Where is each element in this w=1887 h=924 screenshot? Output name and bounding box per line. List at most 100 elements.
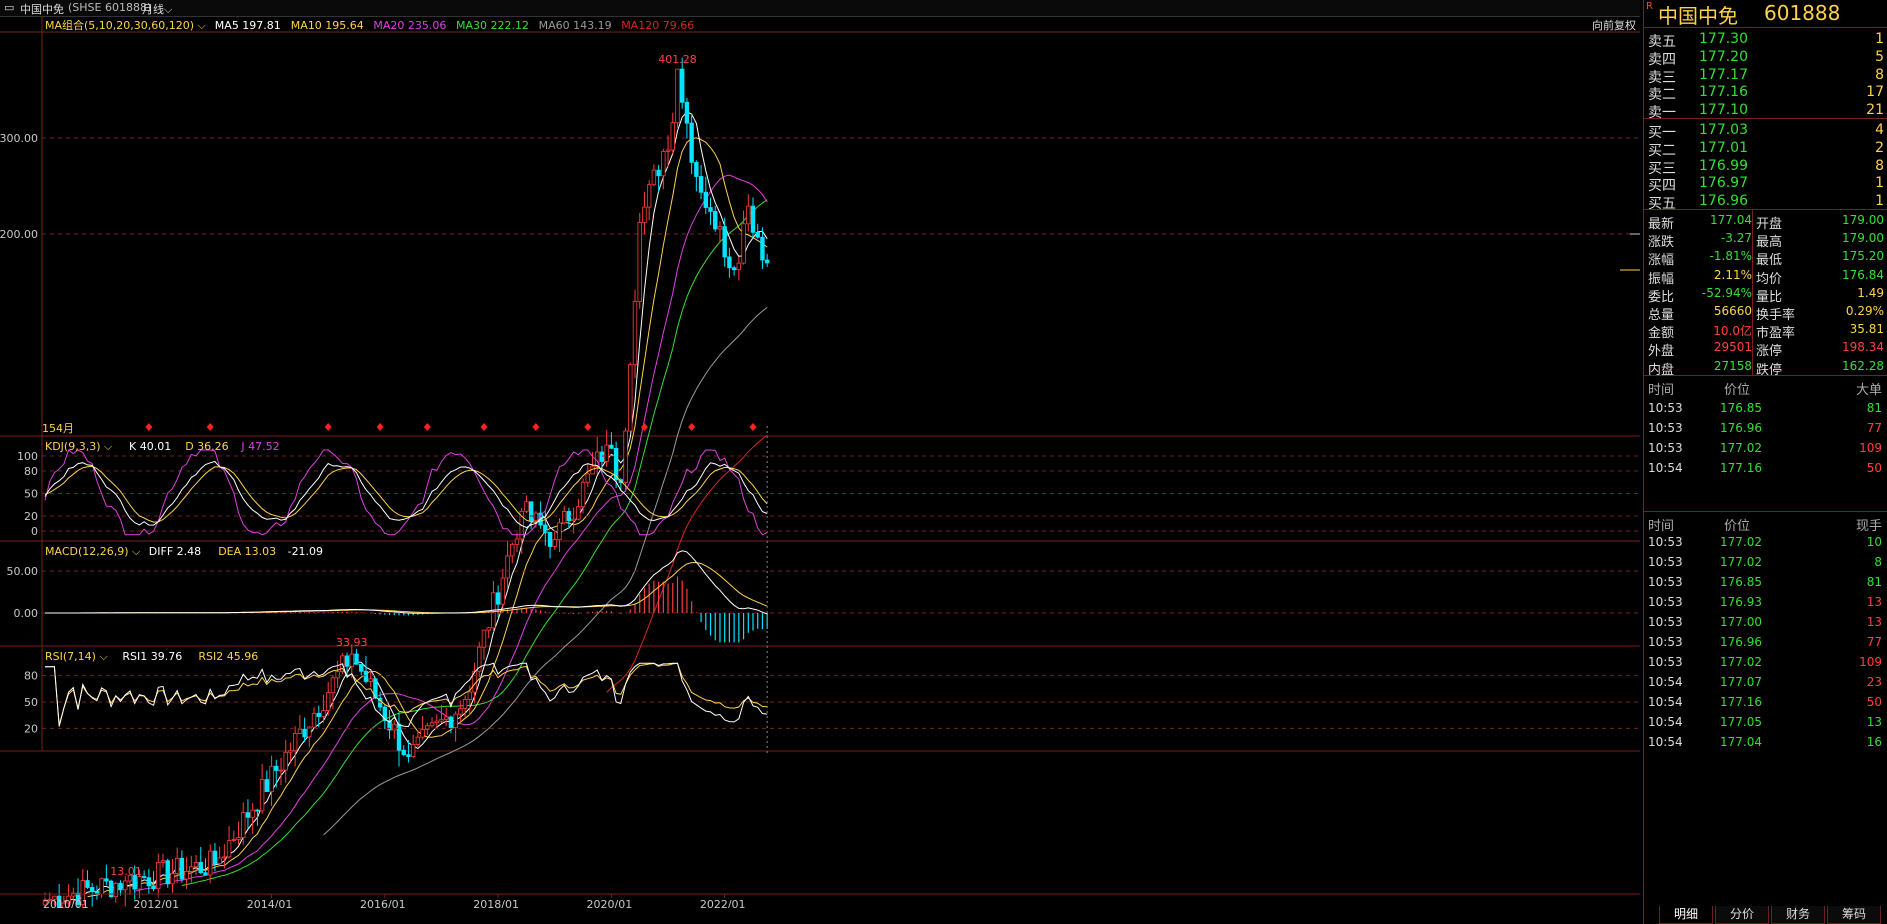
candle-body xyxy=(335,671,340,679)
ask-volume: 21 xyxy=(1866,102,1884,119)
candle-body xyxy=(571,518,576,522)
trade-volume: 50 xyxy=(1866,461,1882,475)
bid-price: 176.97 xyxy=(1699,175,1748,192)
event-marker xyxy=(688,423,696,431)
period-selector[interactable]: 月线⌵ xyxy=(142,1,172,17)
trade-price: 177.02 xyxy=(1720,441,1762,455)
x-tick-label: 2020/01 xyxy=(587,898,633,908)
kdj-value-1: D 36.26 xyxy=(185,440,228,453)
stat-value: -52.94% xyxy=(1701,285,1752,300)
trade-time: 10:54 xyxy=(1648,461,1683,475)
kdj-tick-label: 50 xyxy=(24,488,38,501)
x-tick-label: 2022/01 xyxy=(700,898,746,908)
tick-row: 10:54 177.07 23 xyxy=(1644,672,1887,694)
stock-title-code: 601888 xyxy=(1764,1,1841,25)
candle-body xyxy=(226,840,232,858)
candle-body xyxy=(283,751,288,771)
candle-body xyxy=(727,256,732,269)
candle-body xyxy=(255,809,260,812)
bid-volume: 1 xyxy=(1875,175,1884,192)
tab-2[interactable]: 财务 xyxy=(1771,906,1825,924)
candle-body xyxy=(552,539,557,547)
tick-time: 10:53 xyxy=(1648,635,1683,649)
rsi-value-0: RSI1 39.76 xyxy=(122,650,182,663)
stat-value: 2.11% xyxy=(1713,267,1752,282)
tick-row: 10:54 177.04 16 xyxy=(1644,732,1887,754)
candle-body xyxy=(198,862,203,874)
candle-body xyxy=(741,223,746,264)
stat-value: 175.20 xyxy=(1842,249,1884,264)
col-price: 价位 xyxy=(1724,383,1751,398)
tick-price: 177.02 xyxy=(1720,535,1762,549)
stat-value: 179.00 xyxy=(1842,213,1884,227)
tab-3[interactable]: 筹码 xyxy=(1827,906,1881,924)
tick-volume: 50 xyxy=(1866,695,1882,709)
candle-body xyxy=(604,444,609,462)
stat-value: 179.00 xyxy=(1842,231,1884,246)
candle-body xyxy=(453,713,458,729)
candle-body xyxy=(259,779,265,812)
candle-body xyxy=(434,720,439,724)
candle-body xyxy=(670,122,675,151)
candle-body xyxy=(113,882,118,898)
ma-indicator-label: MA组合(5,10,20,30,60,120) ⌵ xyxy=(45,18,207,32)
ma-value-4: MA60 143.19 xyxy=(539,19,612,32)
candle-body xyxy=(755,231,760,238)
rsi-indicator-label: RSI(7,14) ⌵ xyxy=(45,650,108,663)
trade-time: 10:53 xyxy=(1648,421,1683,435)
stat-divider xyxy=(1752,210,1753,375)
candle-body xyxy=(174,857,180,874)
candle-body xyxy=(241,812,246,838)
candle-body xyxy=(703,191,708,208)
candle-body xyxy=(321,710,326,717)
trade-volume: 109 xyxy=(1859,441,1882,455)
candle-body xyxy=(580,481,586,508)
candle-body xyxy=(236,837,241,840)
candle-body xyxy=(401,749,406,756)
ask-volume: 8 xyxy=(1875,66,1884,83)
stat-value: 0.29% xyxy=(1845,304,1884,318)
candle-body xyxy=(137,876,142,890)
candle-body xyxy=(118,882,123,891)
candle-body xyxy=(694,161,699,177)
col-volume: 大单 xyxy=(1855,383,1882,398)
stock-name-label: 中国中免 xyxy=(20,3,64,16)
trade-time: 10:53 xyxy=(1648,401,1683,415)
candle-body xyxy=(274,765,279,771)
tick-time: 10:53 xyxy=(1648,595,1683,609)
peak-price-label: 401.28 xyxy=(658,53,697,66)
candle-body xyxy=(731,267,737,271)
kline-chart[interactable]: 300.00200.00401.2813.0133.93154月10080502… xyxy=(0,16,1640,908)
big-trade-row: 10:53 177.02 109 xyxy=(1644,438,1887,460)
candle-body xyxy=(146,877,152,887)
candle-body xyxy=(547,532,553,547)
x-tick-label: 2014/01 xyxy=(247,898,293,908)
market-code-label: (SHSE 601888) xyxy=(68,1,152,14)
tab-0[interactable]: 明细 xyxy=(1659,906,1713,924)
tick-time: 10:53 xyxy=(1648,575,1683,589)
candle-body xyxy=(212,850,218,865)
candle-body xyxy=(278,769,284,772)
tick-price: 177.16 xyxy=(1720,695,1762,709)
big-trade-row: 10:53 176.96 77 xyxy=(1644,418,1887,440)
macd-indicator-label: MACD(12,26,9) ⌵ xyxy=(45,545,141,558)
candle-body xyxy=(467,691,472,700)
event-marker xyxy=(324,423,332,431)
ask-price: 177.17 xyxy=(1699,66,1748,83)
ask-price: 177.10 xyxy=(1699,102,1748,119)
trade-volume: 81 xyxy=(1866,401,1882,415)
ticks-header: 时间 价位 现手 xyxy=(1644,512,1887,534)
candle-body xyxy=(576,506,581,520)
candle-body xyxy=(363,670,369,682)
candle-body xyxy=(760,236,765,261)
tick-row: 10:54 177.16 50 xyxy=(1644,692,1887,714)
event-marker xyxy=(532,423,540,431)
event-marker xyxy=(749,423,757,431)
rsi2-line xyxy=(45,662,768,726)
tab-1[interactable]: 分价 xyxy=(1715,906,1769,924)
candle-body xyxy=(764,259,770,264)
event-marker xyxy=(480,423,488,431)
candle-body xyxy=(632,301,638,366)
candle-body xyxy=(642,206,647,223)
rsi-tick-label: 50 xyxy=(24,696,38,709)
